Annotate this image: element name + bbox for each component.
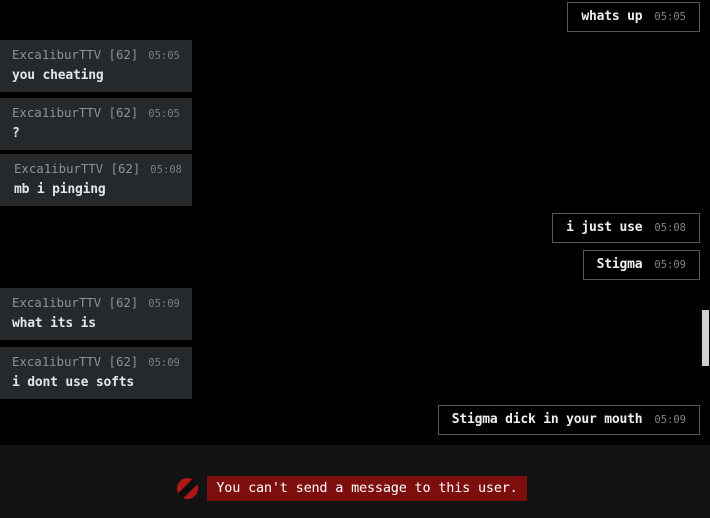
message-header: Exca1iburTTV [62] 05:05 [12, 47, 180, 62]
vertical-scrollbar-track[interactable] [701, 0, 710, 444]
message-timestamp: 05:05 [148, 50, 180, 62]
message-row-outgoing: whats up 05:05 [567, 2, 700, 32]
message-timestamp: 05:09 [654, 259, 686, 271]
message-text: mb i pinging [14, 182, 106, 197]
message-row-outgoing: i just use 05:08 [552, 213, 700, 243]
message-bubble-outgoing[interactable]: Stigma 05:09 [582, 250, 700, 280]
message-timestamp: 05:09 [148, 298, 180, 310]
message-text: i dont use softs [12, 375, 135, 390]
blocked-icon [177, 478, 199, 499]
message-bubble-incoming[interactable]: Exca1iburTTV [62] 05:05 ? [0, 98, 192, 150]
message-header: Exca1iburTTV [62] 05:05 [12, 105, 180, 120]
blocked-notice: You can't send a message to this user. [177, 476, 527, 501]
message-header: Exca1iburTTV [62] 05:09 [12, 295, 180, 310]
message-row-incoming: Exca1iburTTV [62] 05:09 what its is [0, 288, 192, 340]
message-row-incoming: Exca1iburTTV [62] 05:05 you cheating [0, 40, 192, 92]
message-text: Stigma dick in your mouth [451, 412, 643, 427]
message-timestamp: 05:08 [654, 222, 686, 234]
message-text: Stigma [596, 257, 643, 272]
message-row-outgoing: Stigma dick in your mouth 05:09 [437, 405, 700, 435]
message-bubble-outgoing[interactable]: Stigma dick in your mouth 05:09 [437, 405, 700, 435]
message-timestamp: 05:08 [150, 164, 182, 176]
composer-bar: You can't send a message to this user. [0, 445, 710, 518]
message-list[interactable]: whats up 05:05 Exca1iburTTV [62] 05:05 y… [0, 0, 710, 444]
message-text: whats up [581, 9, 643, 24]
message-row-incoming: Exca1iburTTV [62] 05:09 i dont use softs [0, 347, 192, 399]
message-author: Exca1iburTTV [62] [14, 161, 141, 176]
message-timestamp: 05:09 [148, 357, 180, 369]
message-bubble-outgoing[interactable]: whats up 05:05 [567, 2, 700, 32]
message-text: what its is [12, 316, 96, 331]
message-text: i just use [566, 220, 643, 235]
message-timestamp: 05:09 [654, 414, 686, 426]
message-text: you cheating [12, 68, 104, 83]
message-header: Exca1iburTTV [62] 05:09 [12, 354, 180, 369]
error-message: You can't send a message to this user. [207, 476, 527, 501]
message-bubble-outgoing[interactable]: i just use 05:08 [552, 213, 700, 243]
message-header: Exca1iburTTV [62] 05:08 [14, 161, 182, 176]
message-timestamp: 05:05 [654, 11, 686, 23]
message-text: ? [12, 126, 20, 141]
message-author: Exca1iburTTV [62] [12, 295, 139, 310]
vertical-scrollbar-thumb[interactable] [702, 310, 709, 366]
message-author: Exca1iburTTV [62] [12, 105, 139, 120]
message-row-incoming: Exca1iburTTV [62] 05:08 mb i pinging [0, 154, 192, 206]
message-author: Exca1iburTTV [62] [12, 47, 139, 62]
message-bubble-incoming[interactable]: Exca1iburTTV [62] 05:08 mb i pinging [0, 154, 192, 206]
message-bubble-incoming[interactable]: Exca1iburTTV [62] 05:09 i dont use softs [0, 347, 192, 399]
message-timestamp: 05:05 [148, 108, 180, 120]
message-bubble-incoming[interactable]: Exca1iburTTV [62] 05:05 you cheating [0, 40, 192, 92]
chat-window: whats up 05:05 Exca1iburTTV [62] 05:05 y… [0, 0, 710, 518]
message-row-outgoing: Stigma 05:09 [582, 250, 700, 280]
message-row-incoming: Exca1iburTTV [62] 05:05 ? [0, 98, 192, 150]
message-author: Exca1iburTTV [62] [12, 354, 139, 369]
message-bubble-incoming[interactable]: Exca1iburTTV [62] 05:09 what its is [0, 288, 192, 340]
